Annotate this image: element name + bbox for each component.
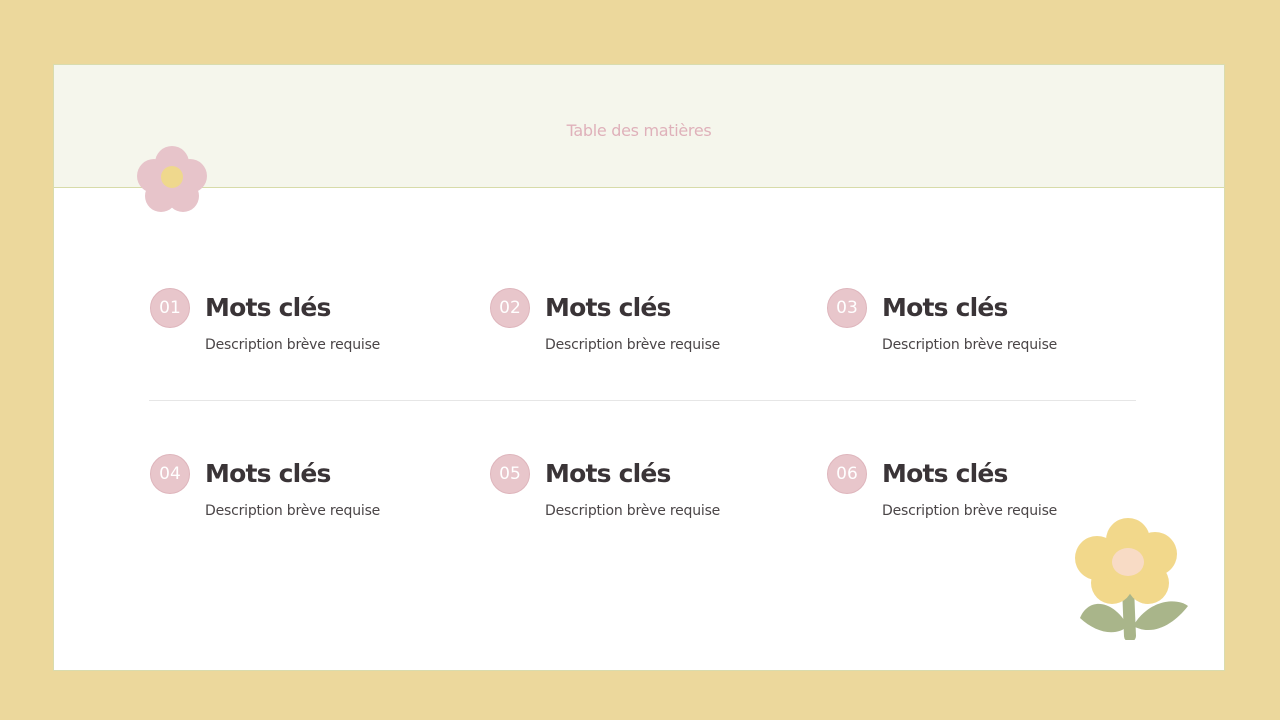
toc-item-04[interactable]: 04 Mots clés Description brève requise: [150, 454, 450, 534]
item-description: Description brève requise: [205, 503, 381, 519]
item-title: Mots clés: [882, 293, 1008, 322]
item-number-badge: 03: [827, 288, 867, 328]
item-number-badge: 01: [150, 288, 190, 328]
item-description: Description brève requise: [882, 503, 1058, 519]
toc-item-03[interactable]: 03 Mots clés Description brève requise: [827, 288, 1127, 368]
pink-flower-icon: [133, 141, 211, 215]
item-number-badge: 04: [150, 454, 190, 494]
item-number-badge: 05: [490, 454, 530, 494]
item-number-badge: 02: [490, 288, 530, 328]
slide-header: Table des matières: [54, 65, 1224, 188]
slide-canvas: Table des matières 01 Mots clés Descript…: [53, 64, 1225, 671]
item-description: Description brève requise: [545, 503, 721, 519]
toc-item-02[interactable]: 02 Mots clés Description brève requise: [490, 288, 790, 368]
item-title: Mots clés: [545, 459, 671, 488]
item-title: Mots clés: [545, 293, 671, 322]
item-number-badge: 06: [827, 454, 867, 494]
item-title: Mots clés: [205, 293, 331, 322]
item-description: Description brève requise: [205, 337, 381, 353]
page-title: Table des matières: [566, 121, 712, 140]
section-divider: [149, 400, 1136, 401]
toc-item-05[interactable]: 05 Mots clés Description brève requise: [490, 454, 790, 534]
item-description: Description brève requise: [545, 337, 721, 353]
yellow-flower-icon: [1070, 516, 1192, 642]
item-title: Mots clés: [205, 459, 331, 488]
item-description: Description brève requise: [882, 337, 1058, 353]
toc-item-01[interactable]: 01 Mots clés Description brève requise: [150, 288, 450, 368]
item-title: Mots clés: [882, 459, 1008, 488]
